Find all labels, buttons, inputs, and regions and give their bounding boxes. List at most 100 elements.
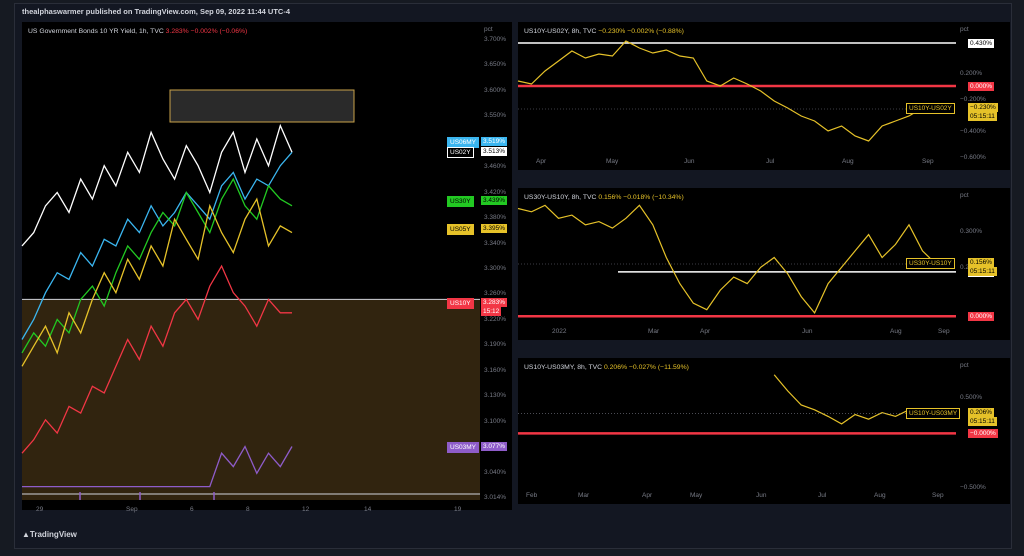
- pane2-last-badge: 0.156%: [968, 258, 995, 267]
- main-ytick: 3.420%: [484, 188, 507, 196]
- main-ytick: 3.040%: [484, 468, 507, 476]
- pane2-time-axis[interactable]: 2022 Mar Apr Jun Aug Sep: [518, 328, 956, 340]
- tv-icon: ▲​: [22, 530, 30, 539]
- pane1-time-axis[interactable]: Apr May Jun Jul Aug Sep: [518, 158, 956, 170]
- pane2-ytick: 0.300%: [960, 228, 983, 235]
- main-xtick: 14: [364, 506, 372, 513]
- main-ytick: 3.700%: [484, 36, 507, 43]
- pane2-xtick: Apr: [700, 328, 711, 335]
- pane2-price-axis[interactable]: pct0.300%0.200%0.136%0.000%0.156%05:15:1…: [956, 188, 1010, 340]
- pane1-unit: pct: [960, 26, 969, 33]
- main-ytick: 3.300%: [484, 265, 507, 272]
- highlight-band: [22, 299, 480, 500]
- main-ytick: 3.550%: [484, 112, 507, 120]
- pane3-plot: [518, 374, 956, 435]
- pane2-xtick: Sep: [938, 328, 950, 335]
- main-ytick: 3.650%: [484, 61, 507, 69]
- pane1-price-axis[interactable]: pct 0.200% −0.200% −0.400% −0.600% 0.430% 0.00…: [956, 22, 1010, 170]
- main-ytick: 3.190%: [484, 341, 507, 349]
- pane2-plot: [517, 204, 956, 318]
- badge-name-us02y: US02Y: [447, 147, 474, 158]
- pane1-ytick: 0.200%: [960, 70, 983, 77]
- spread-pane-30y-10y[interactable]: US30Y-US10Y, 8h, TVC 0.156% −0.018% (−10…: [517, 188, 956, 340]
- main-ytick: 3.220%: [484, 315, 507, 323]
- pane3-last-badge: 0.206%: [968, 407, 995, 417]
- pane3-xtick: May: [690, 492, 703, 499]
- badge-value-us05y: 3.395%: [481, 224, 508, 233]
- badge-name-us30y: US30Y: [447, 196, 474, 207]
- pane3-countdown: 05:15:11: [968, 416, 997, 426]
- spread-pane-10y-2y[interactable]: US10Y-US02Y, 8h, TVC −0.230% −0.002% (−0…: [517, 22, 956, 170]
- main-xtick: 29: [36, 506, 44, 513]
- main-ytick: 3.014%: [484, 494, 507, 501]
- pane1-xtick: Aug: [842, 158, 854, 165]
- pane1-countdown: 05:15:11: [968, 112, 997, 121]
- badge-value-us02y: 3.513%: [481, 147, 508, 156]
- main-unit-label: pct: [484, 26, 493, 33]
- pane1-plot: [517, 40, 956, 142]
- pane3-xtick: Apr: [642, 492, 653, 499]
- pane3-xtick: Mar: [578, 492, 590, 499]
- pane2-xtick: Aug: [890, 328, 902, 335]
- pane2-series-label: US30Y-US10Y: [906, 258, 955, 269]
- badge-value-us03my: 3.077%: [481, 442, 508, 451]
- main-xtick: 19: [454, 506, 462, 513]
- main-ytick: 3.130%: [484, 392, 507, 400]
- pane1-xtick: Jun: [684, 158, 695, 165]
- annotation-rectangle: [169, 89, 355, 123]
- publisher-header: thealphaswarmer published on TradingView…: [22, 7, 291, 16]
- pane3-ytick: −0.500%: [960, 484, 986, 491]
- pane2-xtick: Mar: [648, 328, 660, 335]
- main-price-axis[interactable]: pct 3.700%3.650%3.600%3.550%3.500%3.460%…: [480, 22, 512, 510]
- pane1-ytick: −0.400%: [960, 128, 986, 135]
- main-ytick: 3.160%: [484, 366, 507, 374]
- pane1-xtick: May: [606, 158, 619, 165]
- badge-value-us10y: 3.283%: [481, 298, 508, 307]
- pane3-xtick: Sep: [932, 492, 944, 499]
- pane1-xtick: Sep: [922, 158, 934, 165]
- pane1-ytick: −0.600%: [960, 154, 986, 161]
- footer-brand-text: TradingView: [29, 530, 77, 539]
- badge-value-us06my: 3.519%: [481, 137, 508, 146]
- pane3-time-axis[interactable]: Feb Mar Apr May Jun Jul Aug Sep: [518, 492, 956, 504]
- main-plot: [21, 89, 480, 500]
- main-ytick: 3.100%: [484, 417, 507, 425]
- pane2-xtick: 2022: [552, 328, 567, 335]
- pane1-last-badge: −0.230%: [968, 103, 998, 112]
- pane1-series-label: US10Y-US02Y: [906, 103, 955, 114]
- main-xtick: 12: [302, 506, 310, 513]
- main-ytick: 3.380%: [484, 214, 507, 222]
- pane1-xtick: Jul: [766, 158, 775, 165]
- main-ytick: 3.600%: [484, 86, 507, 94]
- main-xtick: 6: [190, 506, 194, 513]
- main-pane[interactable]: US Government Bonds 10 YR Yield, 1h, TVC…: [21, 22, 480, 510]
- pane1-ytick: −0.200%: [960, 96, 986, 103]
- main-ytick: 3.460%: [484, 163, 507, 171]
- spread-pane-10y-3m[interactable]: US10Y-US03MY, 8h, TVC 0.206% −0.027% (−1…: [518, 358, 956, 504]
- main-ytick: 3.340%: [484, 239, 507, 247]
- pane3-price-axis[interactable]: pct 0.500% −0.500% −0.000% 0.206% 05:15:11: [956, 358, 1010, 504]
- pane1-level-badge-0: 0.430%: [968, 39, 995, 48]
- pane3-level-badge-0: −0.000%: [968, 429, 998, 439]
- badge-name-us03my: US03MY: [447, 442, 480, 453]
- pane3-xtick: Aug: [874, 492, 886, 499]
- spread-line-2: [517, 204, 937, 315]
- spread-line-1: [517, 40, 937, 142]
- pane1-xtick: Apr: [536, 158, 547, 165]
- pane2-xtick: Jun: [802, 328, 813, 335]
- badge-name-us10y: US10Y: [447, 298, 474, 309]
- pane3-series-label: US10Y-US03MY: [906, 407, 961, 419]
- main-xtick: 8: [246, 506, 250, 513]
- pane1-level-badge-1: 0.000%: [968, 82, 995, 91]
- main-ytick: 3.260%: [484, 290, 507, 298]
- series-line-us02y: [21, 123, 293, 247]
- pane3-xtick: Feb: [526, 492, 538, 499]
- tradingview-logo[interactable]: ▲​ TradingView: [22, 530, 77, 539]
- pane3-xtick: Jul: [818, 492, 827, 499]
- main-xtick: Sep: [126, 506, 138, 513]
- pane3-ytick: 0.500%: [960, 394, 983, 401]
- main-time-axis[interactable]: 29 Sep 6 8 12 14 19: [22, 506, 480, 520]
- pane2-unit: pct: [960, 192, 969, 199]
- pane2-countdown: 05:15:11: [968, 267, 997, 276]
- pane2-level-badge-1: 0.000%: [968, 312, 995, 322]
